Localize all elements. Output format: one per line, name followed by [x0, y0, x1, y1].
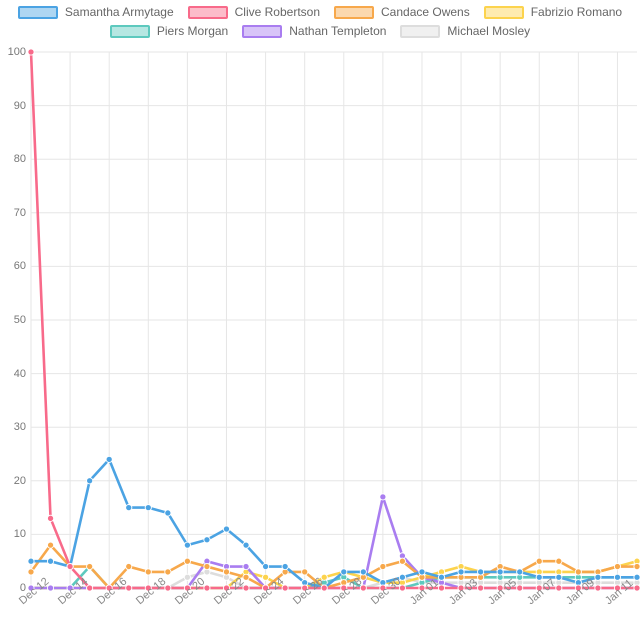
- data-point[interactable]: [27, 557, 35, 565]
- data-point[interactable]: [242, 563, 250, 571]
- data-point[interactable]: [66, 563, 74, 571]
- y-axis-tick-label: 90: [13, 99, 26, 112]
- data-point[interactable]: [633, 563, 640, 571]
- data-point[interactable]: [437, 573, 446, 581]
- data-point[interactable]: [47, 541, 55, 549]
- data-point[interactable]: [262, 563, 270, 571]
- data-point[interactable]: [105, 455, 113, 463]
- data-point[interactable]: [86, 477, 94, 485]
- data-point[interactable]: [320, 573, 328, 581]
- data-point[interactable]: [27, 568, 35, 576]
- y-axis-tick-label: 60: [13, 260, 26, 273]
- data-point[interactable]: [594, 573, 602, 581]
- data-point[interactable]: [574, 568, 582, 576]
- data-point[interactable]: [535, 557, 543, 565]
- y-axis-tick-label: 50: [13, 314, 26, 326]
- y-axis-tick-label: 70: [13, 206, 26, 219]
- data-point[interactable]: [47, 514, 55, 522]
- data-point[interactable]: [281, 563, 289, 571]
- data-point[interactable]: [125, 563, 133, 571]
- data-point[interactable]: [398, 573, 406, 581]
- data-point[interactable]: [222, 525, 231, 533]
- data-point[interactable]: [203, 563, 211, 571]
- data-point[interactable]: [27, 48, 35, 56]
- data-point[interactable]: [340, 568, 348, 576]
- data-point[interactable]: [242, 541, 250, 549]
- data-point[interactable]: [535, 573, 543, 581]
- data-point[interactable]: [301, 568, 309, 576]
- chart-svg: [27, 48, 640, 592]
- data-point[interactable]: [164, 509, 172, 517]
- plot-area: 0 10 20 30 40 50 60 70 80 90 100 Dec 12 Dec 14 Dec 16…: [0, 0, 640, 640]
- data-point[interactable]: [496, 568, 504, 576]
- series-line: [29, 458, 639, 590]
- data-point[interactable]: [418, 568, 426, 576]
- data-point[interactable]: [242, 573, 250, 581]
- y-axis-tick-label: 100: [7, 46, 26, 58]
- data-point[interactable]: [359, 568, 367, 576]
- y-axis-tick-label: 30: [13, 421, 26, 434]
- y-axis-tick-label: 20: [13, 474, 26, 487]
- data-point[interactable]: [633, 573, 640, 581]
- data-point[interactable]: [144, 568, 152, 576]
- data-point[interactable]: [457, 568, 465, 576]
- data-point[interactable]: [262, 573, 270, 581]
- data-point[interactable]: [398, 557, 406, 565]
- gridlines: [30, 51, 637, 589]
- y-axis-tick-label: 40: [13, 367, 26, 380]
- line-chart: Samantha Armytage Clive Robertson Candace …: [0, 0, 640, 640]
- data-point[interactable]: [477, 568, 485, 576]
- data-point[interactable]: [183, 573, 191, 581]
- data-point[interactable]: [164, 568, 172, 576]
- data-point[interactable]: [555, 557, 563, 565]
- data-point[interactable]: [613, 573, 622, 581]
- data-point[interactable]: [47, 557, 55, 565]
- y-axis-tick-label: 80: [13, 153, 26, 166]
- data-point[interactable]: [222, 568, 231, 576]
- data-point[interactable]: [183, 541, 191, 549]
- data-point[interactable]: [613, 563, 622, 571]
- y-axis-tick-label: 10: [13, 528, 26, 541]
- data-point[interactable]: [203, 536, 211, 544]
- data-point[interactable]: [86, 563, 94, 571]
- data-point[interactable]: [183, 557, 191, 565]
- data-point[interactable]: [555, 573, 563, 581]
- data-point[interactable]: [144, 504, 152, 512]
- data-point[interactable]: [516, 568, 524, 576]
- data-point[interactable]: [379, 493, 387, 501]
- data-point[interactable]: [125, 504, 133, 512]
- data-point[interactable]: [379, 563, 387, 571]
